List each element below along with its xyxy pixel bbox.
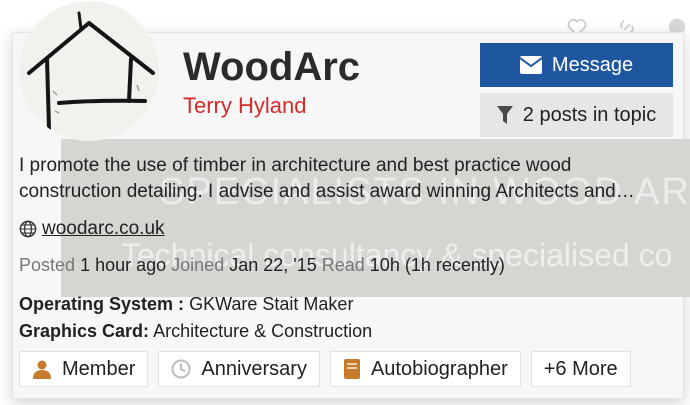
posts-in-topic-label: 2 posts in topic bbox=[522, 103, 657, 126]
badge-list: Member Anniversary Autobiographer +6 Mor… bbox=[19, 351, 631, 387]
posted-label: Posted bbox=[19, 255, 76, 275]
full-name: Terry Hyland bbox=[183, 93, 307, 118]
badge-label: Member bbox=[62, 357, 136, 380]
field-operating-system: Operating System : GKWare Stait Maker bbox=[19, 291, 372, 318]
field-label: Operating System : bbox=[19, 294, 185, 314]
field-value: Architecture & Construction bbox=[153, 321, 373, 341]
badge-label: Autobiographer bbox=[370, 357, 508, 380]
field-graphics-card: Graphics Card: Architecture & Constructi… bbox=[19, 318, 372, 345]
message-button-label: Message bbox=[551, 53, 634, 76]
user-fields: Operating System : GKWare Stait Maker Gr… bbox=[19, 291, 372, 345]
user-icon bbox=[33, 360, 51, 379]
user-card: SPECIALISTS IN WOOD ARCHITECTURE Technic… bbox=[12, 1, 690, 399]
posted-value: 1 hour ago bbox=[80, 255, 167, 275]
field-value: GKWare Stait Maker bbox=[189, 294, 354, 314]
read-value: 10h (1h recently) bbox=[369, 255, 505, 275]
joined-value: Jan 22, '15 bbox=[229, 255, 317, 275]
joined-label: Joined bbox=[171, 255, 225, 275]
website: woodarc.co.uk bbox=[19, 218, 165, 240]
user-bio: I promote the use of timber in architect… bbox=[19, 153, 667, 205]
more-badges-button[interactable]: +6 More bbox=[530, 351, 631, 387]
website-link[interactable]: woodarc.co.uk bbox=[42, 218, 165, 240]
badge-member[interactable]: Member bbox=[19, 351, 149, 387]
posts-in-topic-button[interactable]: 2 posts in topic bbox=[480, 93, 673, 137]
read-label: Read bbox=[321, 255, 365, 275]
globe-icon bbox=[19, 220, 37, 238]
username[interactable]: WoodArc bbox=[183, 45, 360, 90]
book-icon bbox=[343, 359, 360, 379]
bio-line: construction detailing. I advise and ass… bbox=[19, 181, 635, 202]
user-stats: Posted 1 hour ago Joined Jan 22, '15 Rea… bbox=[19, 255, 505, 276]
badge-autobiographer[interactable]: Autobiographer bbox=[329, 351, 521, 387]
avatar[interactable] bbox=[19, 1, 159, 141]
clock-icon bbox=[171, 359, 191, 379]
message-button[interactable]: Message bbox=[480, 43, 673, 87]
bio-line: I promote the use of timber in architect… bbox=[19, 155, 572, 176]
badge-label: +6 More bbox=[543, 357, 618, 380]
house-logo-icon bbox=[19, 1, 159, 141]
field-label: Graphics Card: bbox=[19, 321, 150, 341]
badge-label: Anniversary bbox=[201, 357, 307, 380]
filter-icon bbox=[496, 106, 513, 124]
envelope-icon bbox=[519, 56, 542, 74]
badge-anniversary[interactable]: Anniversary bbox=[158, 351, 320, 387]
